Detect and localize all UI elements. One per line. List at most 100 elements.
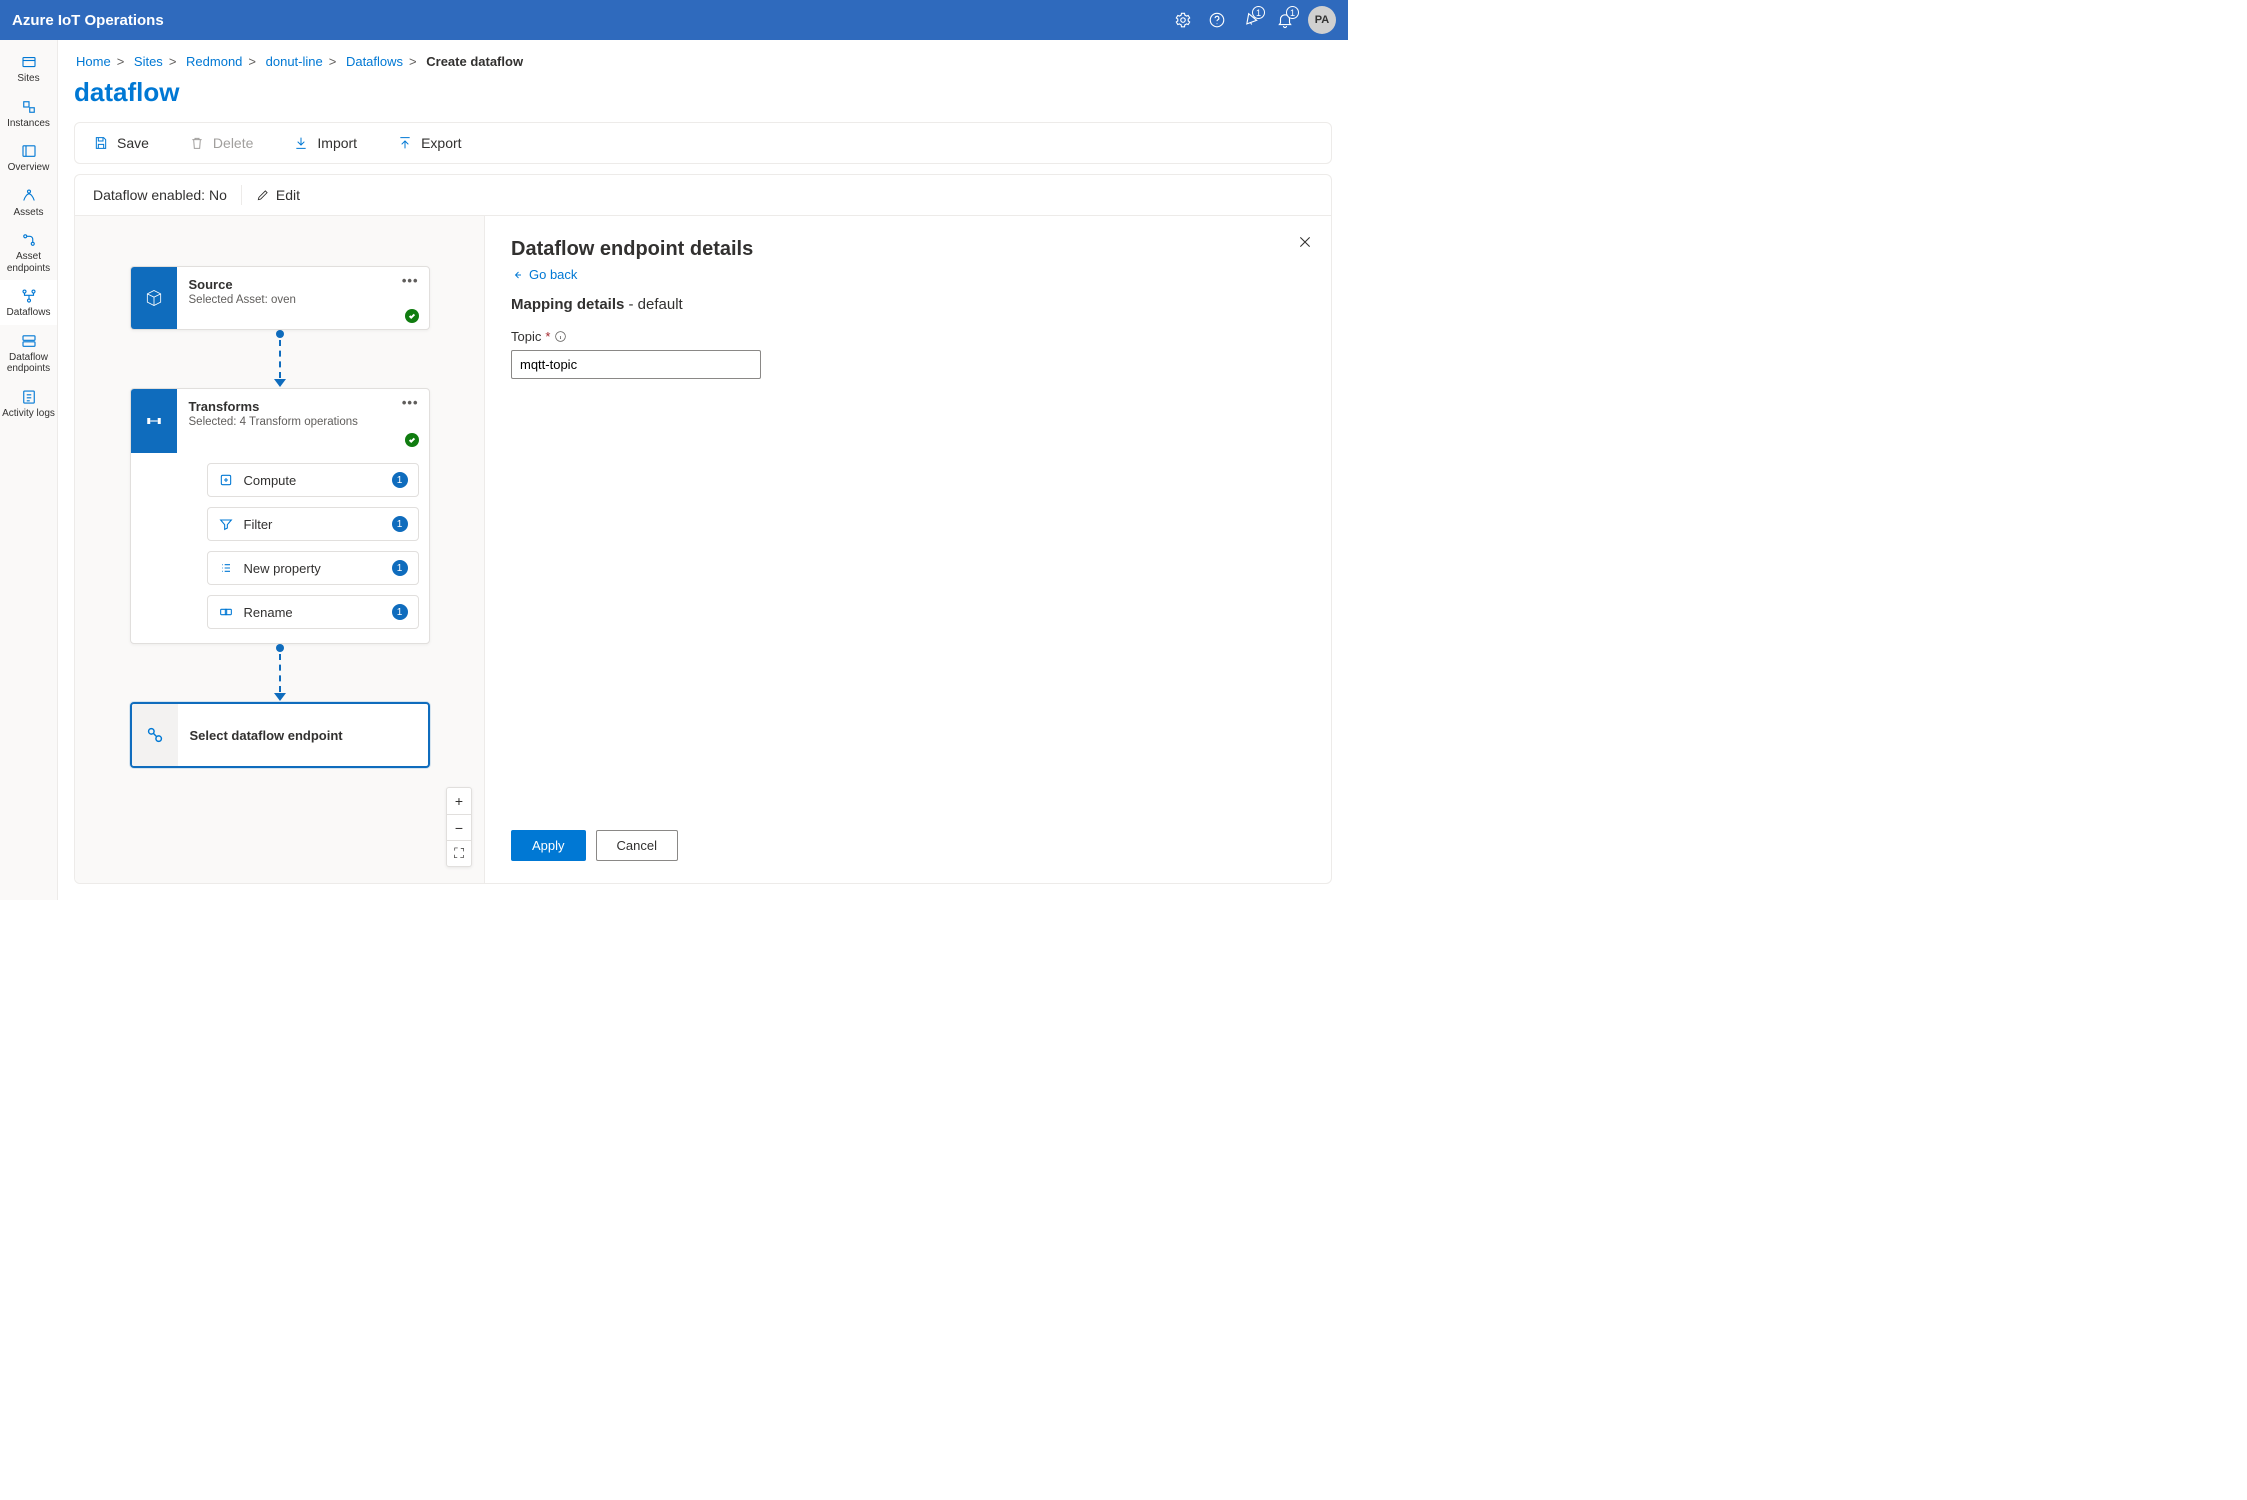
source-node-sub: Selected Asset: oven <box>189 294 417 306</box>
transforms-node-title: Transforms <box>189 399 417 414</box>
settings-icon[interactable] <box>1166 3 1200 37</box>
op-count-badge: 1 <box>392 516 408 532</box>
op-label: Rename <box>244 605 382 620</box>
connector-arrow-icon <box>273 644 287 702</box>
breadcrumb-donut-line[interactable]: donut-line <box>266 54 323 69</box>
op-rename[interactable]: Rename 1 <box>207 595 419 629</box>
breadcrumb-current: Create dataflow <box>426 54 523 69</box>
edit-label: Edit <box>276 187 300 203</box>
close-button[interactable] <box>1297 234 1313 253</box>
trash-icon <box>189 135 205 151</box>
app-title: Azure IoT Operations <box>12 12 164 29</box>
save-icon <box>93 135 109 151</box>
endpoint-icon <box>132 704 178 766</box>
close-icon <box>1297 234 1313 250</box>
required-indicator: * <box>545 329 550 344</box>
content-card: Dataflow enabled: No Edit <box>74 174 1332 884</box>
op-new-property[interactable]: New property 1 <box>207 551 419 585</box>
sidebar-item-label: Overview <box>8 162 50 174</box>
filter-icon <box>218 516 234 532</box>
sidebar-item-label: Dataflows <box>7 307 51 319</box>
import-icon <box>293 135 309 151</box>
transforms-node[interactable]: Transforms Selected: 4 Transform operati… <box>130 388 430 644</box>
sidebar-item-label: Assets <box>13 207 43 219</box>
info-icon[interactable] <box>554 330 567 343</box>
export-label: Export <box>421 135 461 151</box>
details-footer: Apply Cancel <box>511 814 1305 861</box>
breadcrumb: Home> Sites> Redmond> donut-line> Datafl… <box>74 40 1332 77</box>
breadcrumb-home[interactable]: Home <box>76 54 111 69</box>
cancel-button[interactable]: Cancel <box>596 830 678 861</box>
sidebar-item-sites[interactable]: Sites <box>0 46 57 91</box>
topic-input[interactable] <box>511 350 761 379</box>
zoom-out-button[interactable]: − <box>447 814 471 840</box>
breadcrumb-redmond[interactable]: Redmond <box>186 54 242 69</box>
notifications-badge: 1 <box>1286 6 1299 19</box>
import-label: Import <box>317 135 357 151</box>
notifications-icon[interactable]: 1 <box>1268 3 1302 37</box>
sidebar-item-label: Dataflow endpoints <box>2 352 55 375</box>
op-filter[interactable]: Filter 1 <box>207 507 419 541</box>
source-node-title: Source <box>189 277 417 292</box>
sidebar-item-dataflows[interactable]: Dataflows <box>0 280 57 325</box>
workspace: Source Selected Asset: oven ••• <box>75 216 1331 883</box>
sidebar-item-assets[interactable]: Assets <box>0 180 57 225</box>
source-node[interactable]: Source Selected Asset: oven ••• <box>130 266 430 330</box>
go-back-link[interactable]: Go back <box>511 267 1305 282</box>
op-compute[interactable]: Compute 1 <box>207 463 419 497</box>
transforms-icon <box>131 389 177 453</box>
sidebar-item-label: Asset endpoints <box>2 251 55 274</box>
save-button[interactable]: Save <box>87 131 155 155</box>
cube-icon <box>131 267 177 329</box>
apply-button[interactable]: Apply <box>511 830 586 861</box>
check-icon <box>405 309 419 323</box>
list-icon <box>218 560 234 576</box>
sidebar-item-activity-logs[interactable]: Activity logs <box>0 381 57 426</box>
source-node-more-icon[interactable]: ••• <box>402 273 419 288</box>
sidebar-item-overview[interactable]: Overview <box>0 135 57 180</box>
select-endpoint-node[interactable]: Select dataflow endpoint <box>130 702 430 768</box>
pencil-icon <box>256 188 270 202</box>
connector-arrow-icon <box>273 330 287 388</box>
op-label: New property <box>244 561 382 576</box>
sidebar-item-label: Sites <box>17 73 39 85</box>
transforms-node-more-icon[interactable]: ••• <box>402 395 419 410</box>
feedback-icon[interactable]: 1 <box>1234 3 1268 37</box>
sidebar-item-instances[interactable]: Instances <box>0 91 57 136</box>
export-button[interactable]: Export <box>391 131 467 155</box>
import-button[interactable]: Import <box>287 131 363 155</box>
body: Sites Instances Overview Assets Asset en… <box>0 40 1348 900</box>
op-count-badge: 1 <box>392 560 408 576</box>
sidebar-item-label: Activity logs <box>2 408 55 420</box>
dataflow-status-row: Dataflow enabled: No Edit <box>75 175 1331 216</box>
transforms-node-sub: Selected: 4 Transform operations <box>189 416 417 428</box>
op-label: Compute <box>244 473 382 488</box>
delete-label: Delete <box>213 135 253 151</box>
help-icon[interactable] <box>1200 3 1234 37</box>
sidebar-item-dataflow-endpoints[interactable]: Dataflow endpoints <box>0 325 57 381</box>
edit-button[interactable]: Edit <box>256 187 300 203</box>
endpoint-label: Select dataflow endpoint <box>178 704 428 766</box>
zoom-in-button[interactable]: + <box>447 788 471 814</box>
breadcrumb-dataflows[interactable]: Dataflows <box>346 54 403 69</box>
page-title: dataflow <box>74 77 1332 108</box>
top-header: Azure IoT Operations 1 1 PA <box>0 0 1348 40</box>
dataflow-canvas[interactable]: Source Selected Asset: oven ••• <box>75 216 485 883</box>
avatar[interactable]: PA <box>1308 6 1336 34</box>
details-title: Dataflow endpoint details <box>511 238 1305 261</box>
mapping-details-label: Mapping details - default <box>511 296 1305 313</box>
rename-icon <box>218 604 234 620</box>
transform-ops-list: Compute 1 Filter 1 New <box>131 453 429 643</box>
feedback-badge: 1 <box>1252 6 1265 19</box>
topic-field-label: Topic * <box>511 329 1305 344</box>
dataflow-enabled-label: Dataflow enabled: No <box>93 187 227 203</box>
main-content: Home> Sites> Redmond> donut-line> Datafl… <box>58 40 1348 900</box>
toolbar: Save Delete Import Export <box>74 122 1332 164</box>
sidebar-item-asset-endpoints[interactable]: Asset endpoints <box>0 224 57 280</box>
check-icon <box>405 433 419 447</box>
go-back-label: Go back <box>529 267 577 282</box>
zoom-fit-button[interactable]: ⛶ <box>447 840 471 866</box>
breadcrumb-sites[interactable]: Sites <box>134 54 163 69</box>
compute-icon <box>218 472 234 488</box>
delete-button: Delete <box>183 131 259 155</box>
